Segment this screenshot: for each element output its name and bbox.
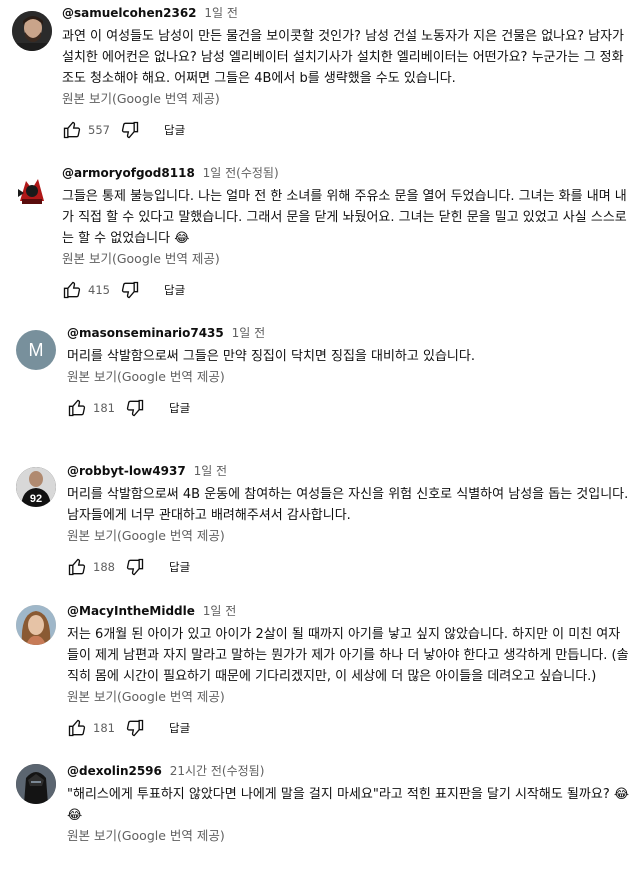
dislike-button[interactable] xyxy=(121,553,149,581)
thumbs-up-icon xyxy=(63,121,81,139)
see-original-link[interactable]: 원본 보기(Google 번역 제공) xyxy=(62,90,630,108)
user-logo-icon xyxy=(12,171,52,211)
dislike-button[interactable] xyxy=(116,116,144,144)
reply-button[interactable]: 답글 xyxy=(164,282,185,298)
comment-author[interactable]: @samuelcohen2362 xyxy=(62,6,197,20)
avatar[interactable] xyxy=(16,605,56,645)
like-button[interactable] xyxy=(63,714,91,742)
see-original-link[interactable]: 원본 보기(Google 번역 제공) xyxy=(67,368,630,386)
like-count: 557 xyxy=(88,123,110,137)
avatar[interactable]: 92 xyxy=(16,467,56,507)
thumbs-up-icon xyxy=(63,281,81,299)
comment-text: 과연 이 여성들도 남성이 만든 물건을 보이콧할 것인가? 남성 건설 노동자… xyxy=(62,29,629,86)
comment-time[interactable]: 1일 전 xyxy=(194,464,228,478)
dislike-button[interactable] xyxy=(121,714,149,742)
comment-author[interactable]: @MacyIntheMiddle xyxy=(67,604,195,618)
avatar[interactable] xyxy=(16,764,56,804)
comment-time[interactable]: 1일 전 xyxy=(204,6,238,20)
user-photo-icon xyxy=(12,11,52,51)
see-original-link[interactable]: 원본 보기(Google 번역 제공) xyxy=(67,827,630,845)
see-original-link[interactable]: 원본 보기(Google 번역 제공) xyxy=(67,688,630,706)
see-original-link[interactable]: 원본 보기(Google 번역 제공) xyxy=(67,527,630,545)
comment-author[interactable]: @robbyt-low4937 xyxy=(67,464,186,478)
avatar[interactable] xyxy=(12,11,52,51)
like-button[interactable] xyxy=(63,553,91,581)
reply-button[interactable]: 답글 xyxy=(164,122,185,138)
comment-time[interactable]: 21시간 전(수정됨) xyxy=(170,764,265,778)
comment-text: 머리를 삭발함으로써 4B 운동에 참여하는 여성들은 자신을 위험 신호로 식… xyxy=(67,487,633,523)
like-button[interactable] xyxy=(63,394,91,422)
thumbs-down-icon xyxy=(121,121,139,139)
comment-author[interactable]: @dexolin2596 xyxy=(67,764,162,778)
like-button[interactable] xyxy=(58,116,86,144)
like-count: 188 xyxy=(93,560,115,574)
like-count: 415 xyxy=(88,283,110,297)
thumbs-down-icon xyxy=(126,719,144,737)
thumbs-down-icon xyxy=(121,281,139,299)
avatar-letter: M xyxy=(28,339,44,360)
comment-text: 머리를 삭발함으로써 그들은 만약 징집이 닥치면 징집을 대비하고 있습니다. xyxy=(67,349,475,364)
thumbs-up-icon xyxy=(68,719,86,737)
comment-text: 저는 6개월 된 아이가 있고 아이가 2살이 될 때까지 아기를 낳고 싶지 … xyxy=(67,627,629,684)
thumbs-up-icon xyxy=(68,558,86,576)
user-photo-icon xyxy=(16,764,56,804)
comment-author[interactable]: @masonseminario7435 xyxy=(67,326,224,340)
comment-text: 그들은 통제 불능입니다. 나는 얼마 전 한 소녀를 위해 주유소 문을 열어… xyxy=(62,189,627,246)
reply-button[interactable]: 답글 xyxy=(169,400,190,416)
comment-time[interactable]: 1일 전 xyxy=(232,326,266,340)
thumbs-up-icon xyxy=(68,399,86,417)
like-count: 181 xyxy=(93,721,115,735)
comment-text: "해리스에게 투표하지 않았다면 나에게 말을 걸지 마세요"라고 적힌 표지판… xyxy=(67,787,634,823)
reply-button[interactable]: 답글 xyxy=(169,720,190,736)
thumbs-down-icon xyxy=(126,558,144,576)
dislike-button[interactable] xyxy=(116,276,144,304)
dislike-button[interactable] xyxy=(121,394,149,422)
like-count: 181 xyxy=(93,401,115,415)
see-original-link[interactable]: 원본 보기(Google 번역 제공) xyxy=(62,250,630,268)
comment-time[interactable]: 1일 전(수정됨) xyxy=(203,166,279,180)
user-photo-icon: 92 xyxy=(16,467,56,507)
comment-author[interactable]: @armoryofgod8118 xyxy=(62,166,195,180)
jersey-number: 92 xyxy=(30,493,42,505)
thumbs-down-icon xyxy=(126,399,144,417)
avatar[interactable]: M xyxy=(16,330,56,370)
reply-button[interactable]: 답글 xyxy=(169,559,190,575)
like-button[interactable] xyxy=(58,276,86,304)
user-photo-icon xyxy=(16,605,56,645)
comment-time[interactable]: 1일 전 xyxy=(203,604,237,618)
avatar[interactable] xyxy=(12,171,52,211)
